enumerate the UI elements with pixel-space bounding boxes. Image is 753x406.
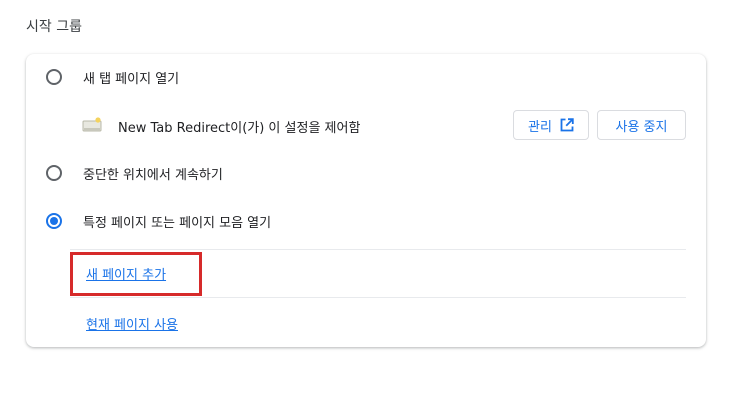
extension-controlled-text: New Tab Redirect이(가) 이 설정을 제어함 — [118, 121, 361, 136]
section-title: 시작 그룹 — [26, 19, 82, 35]
radio-option-specific-pages[interactable]: 특정 페이지 또는 페이지 모음 열기 — [26, 209, 706, 233]
radio-option-new-tab[interactable]: 새 탭 페이지 열기 — [26, 65, 706, 89]
radio-label-specific-pages: 특정 페이지 또는 페이지 모음 열기 — [83, 215, 272, 231]
radio-label-new-tab: 새 탭 페이지 열기 — [83, 71, 180, 87]
manage-button-label: 관리 — [528, 119, 552, 135]
extension-puzzle-icon — [82, 117, 102, 132]
startup-settings-page: 시작 그룹 새 탭 페이지 열기 New Tab Redirect이(가) 이 … — [0, 0, 753, 406]
manage-button[interactable]: 관리 — [513, 110, 589, 140]
use-current-page-link[interactable]: 현재 페이지 사용 — [86, 314, 178, 333]
radio-button-continue[interactable] — [46, 165, 62, 181]
radio-button-new-tab[interactable] — [46, 69, 62, 85]
startup-card: 새 탭 페이지 열기 New Tab Redirect이(가) 이 설정을 제어… — [26, 54, 706, 347]
highlight-box — [70, 252, 202, 296]
open-in-new-icon — [560, 118, 574, 132]
radio-button-specific-pages[interactable] — [46, 213, 62, 229]
divider — [70, 297, 686, 298]
radio-option-continue[interactable]: 중단한 위치에서 계속하기 — [26, 161, 706, 185]
disable-extension-button[interactable]: 사용 중지 — [597, 110, 686, 140]
radio-label-continue: 중단한 위치에서 계속하기 — [83, 167, 223, 183]
extension-controlled-row: New Tab Redirect이(가) 이 설정을 제어함 관리 사용 중지 — [26, 108, 706, 142]
divider — [70, 249, 686, 250]
